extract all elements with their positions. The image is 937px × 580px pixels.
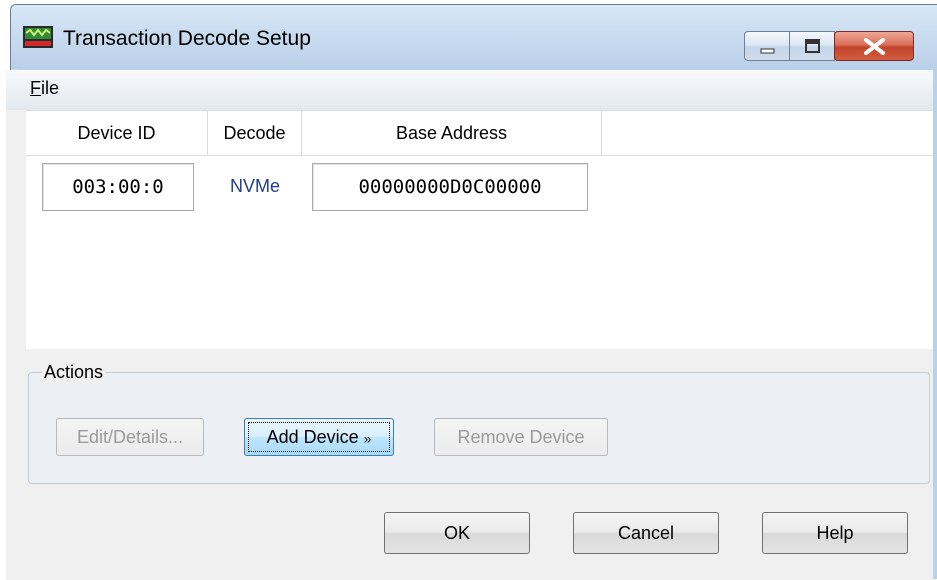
close-icon xyxy=(864,38,885,55)
edit-details-button[interactable]: Edit/Details... xyxy=(56,418,204,456)
edit-details-label: Edit/Details... xyxy=(76,427,184,447)
menu-bar: File xyxy=(6,70,933,110)
column-header-device-id[interactable]: Device ID xyxy=(26,111,208,155)
base-address-field[interactable]: 00000000D0C00000 xyxy=(312,163,588,211)
column-header-base-address[interactable]: Base Address xyxy=(302,111,602,155)
cancel-label: Cancel xyxy=(617,523,675,543)
cancel-button[interactable]: Cancel xyxy=(573,512,719,554)
menu-file[interactable]: File xyxy=(30,78,59,99)
decode-app-icon xyxy=(23,26,53,48)
ok-button[interactable]: OK xyxy=(384,512,530,554)
column-header-decode[interactable]: Decode xyxy=(208,111,302,155)
help-button[interactable]: Help xyxy=(762,512,908,554)
window-title: Transaction Decode Setup xyxy=(63,27,311,50)
header-divider xyxy=(26,155,933,156)
menu-file-label: ile xyxy=(41,78,60,98)
minimize-button[interactable] xyxy=(744,31,790,61)
ok-label: OK xyxy=(443,523,470,543)
remove-device-button[interactable]: Remove Device xyxy=(434,418,608,456)
remove-device-label: Remove Device xyxy=(457,427,585,447)
focus-ring xyxy=(248,422,390,452)
device-table: Device ID Decode Base Address 003:00:0 N… xyxy=(26,110,933,349)
actions-group-label: Actions xyxy=(42,362,106,383)
close-button[interactable] xyxy=(834,31,914,61)
add-device-button[interactable]: Add Device » xyxy=(244,418,394,456)
title-bar[interactable]: Transaction Decode Setup xyxy=(11,5,937,69)
help-label: Help xyxy=(816,523,854,543)
minimize-icon xyxy=(760,48,775,54)
device-id-field[interactable]: 003:00:0 xyxy=(42,163,194,211)
decode-type[interactable]: NVMe xyxy=(208,163,302,211)
maximize-icon xyxy=(805,39,820,53)
maximize-button[interactable] xyxy=(789,31,835,61)
menu-file-accelerator: F xyxy=(30,78,41,98)
